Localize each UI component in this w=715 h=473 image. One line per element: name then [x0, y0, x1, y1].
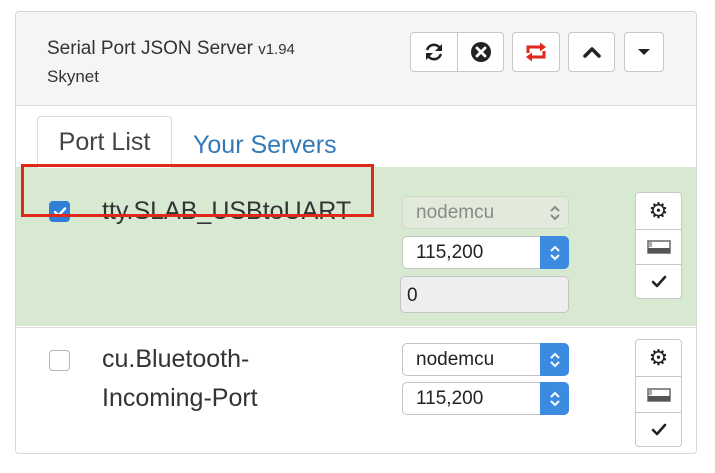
panel-title: Serial Port JSON Server v1.94	[47, 38, 295, 59]
hdd-icon	[646, 240, 671, 254]
baud-select[interactable]: 115,200	[402, 382, 569, 415]
port-name-line1: cu.Bluetooth-	[102, 345, 250, 373]
baud-select-value: 115,200	[416, 242, 484, 263]
reconnect-icon	[526, 42, 546, 62]
gear-icon: ⚙	[648, 345, 669, 371]
select-arrows-icon	[540, 236, 569, 269]
tab-port-list[interactable]: Port List	[37, 116, 172, 168]
highlight-box	[21, 164, 374, 217]
row-divider	[16, 327, 696, 328]
refresh-button[interactable]	[410, 32, 458, 72]
tab-your-servers[interactable]: Your Servers	[193, 131, 337, 160]
port-settings-button[interactable]: ⚙	[635, 192, 682, 230]
check-icon	[651, 275, 666, 287]
port-row: cu.Bluetooth- Incoming-Port nodemcu 115,…	[16, 328, 696, 453]
port-console-button[interactable]	[635, 230, 682, 265]
panel-heading: Serial Port JSON Server v1.94 Skynet	[16, 12, 696, 106]
port-name-line2: Incoming-Port	[102, 384, 258, 412]
board-select-value: nodemcu	[416, 202, 495, 223]
select-arrows-icon	[540, 343, 569, 376]
board-select[interactable]: nodemcu	[402, 343, 569, 376]
baud-select[interactable]: 115,200	[402, 236, 569, 269]
port-confirm-button[interactable]	[635, 265, 682, 299]
hdd-icon	[646, 387, 671, 402]
port-console-button[interactable]	[635, 377, 682, 413]
check-icon	[651, 423, 666, 435]
gear-icon: ⚙	[648, 198, 669, 224]
panel-subtitle: Skynet	[47, 67, 99, 86]
reconnect-button[interactable]	[512, 32, 560, 72]
board-select-value: nodemcu	[416, 349, 495, 370]
port-checkbox[interactable]	[49, 350, 70, 371]
select-arrows-icon	[540, 382, 569, 415]
refresh-icon	[426, 43, 442, 61]
collapse-up-button[interactable]	[568, 32, 615, 72]
board-select[interactable]: nodemcu	[402, 196, 569, 229]
baud-select-value: 115,200	[416, 388, 484, 409]
tab-bar: Port List Your Servers	[16, 106, 696, 168]
port-settings-button[interactable]: ⚙	[635, 339, 682, 377]
stop-button[interactable]	[458, 32, 504, 72]
stop-icon	[470, 42, 491, 62]
version-label: v1.94	[258, 41, 295, 58]
chevron-up-icon	[582, 47, 601, 58]
caret-down-icon	[638, 49, 650, 55]
dropdown-button[interactable]	[624, 32, 664, 72]
port-confirm-button[interactable]	[635, 413, 682, 447]
spjs-panel: Serial Port JSON Server v1.94 Skynet Por…	[15, 11, 697, 454]
buffer-field[interactable]: 0	[400, 276, 569, 313]
select-arrows-icon	[540, 196, 569, 229]
